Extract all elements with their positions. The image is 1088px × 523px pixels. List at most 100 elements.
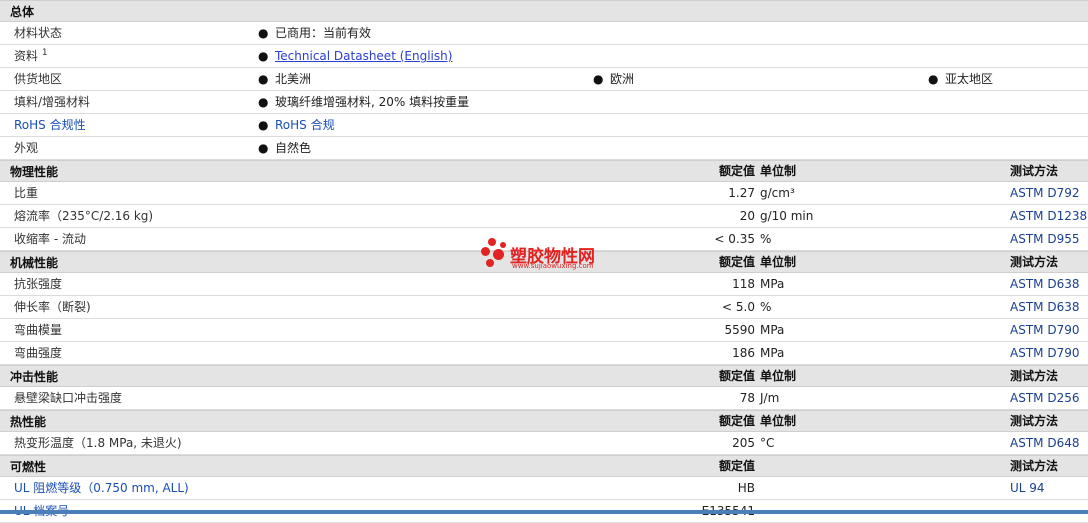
row-label: RoHS 合规性 <box>14 118 86 132</box>
test-method: ASTM D638 <box>1010 300 1080 314</box>
bullet: ● <box>258 118 269 132</box>
region-value: 北美洲 <box>275 72 312 86</box>
row-label: 填料/增强材料 <box>14 95 91 109</box>
property-label: 抗张强度 <box>14 277 63 291</box>
header-nominal: 额定值 <box>718 255 755 269</box>
header-nominal: 额定值 <box>718 459 755 473</box>
section-header: 可燃性 额定值 测试方法 <box>0 455 1088 477</box>
test-method: UL 94 <box>1010 481 1045 495</box>
property-row: 抗张强度 118 MPa ASTM D638 <box>0 273 1088 296</box>
property-unit: J/m <box>760 391 780 405</box>
property-row: 热变形温度（1.8 MPa, 未退火) 205 °C ASTM D648 <box>0 432 1088 455</box>
property-value: 78 <box>739 391 755 405</box>
header-method: 测试方法 <box>1010 255 1059 269</box>
header-nominal: 额定值 <box>718 414 755 428</box>
section-title: 冲击性能 <box>10 369 59 384</box>
property-unit: % <box>760 300 772 314</box>
row-label: 材料状态 <box>14 26 63 40</box>
property-unit: MPa <box>760 277 785 291</box>
property-row: 弯曲强度 186 MPa ASTM D790 <box>0 342 1088 365</box>
property-label: 热变形温度（1.8 MPa, 未退火) <box>14 436 182 450</box>
bullet: ● <box>258 95 269 109</box>
test-method: ASTM D1238 <box>1010 209 1088 223</box>
test-method: ASTM D792 <box>1010 186 1080 200</box>
logo-dots-icon <box>480 238 510 270</box>
header-unit: 单位制 <box>760 164 797 178</box>
section-title: 物理性能 <box>10 164 59 179</box>
property-label: 弯曲模量 <box>14 323 63 337</box>
footnote-marker: 1 <box>41 48 48 58</box>
bullet: ● <box>258 26 269 40</box>
property-row: 弯曲模量 5590 MPa ASTM D790 <box>0 319 1088 342</box>
row-supply-regions: 供货地区 ● 北美洲 ● 欧洲 ● 亚太地区 <box>0 68 1088 91</box>
property-row: 悬壁梁缺口冲击强度 78 J/m ASTM D256 <box>0 387 1088 410</box>
property-label: 熔流率（235°C/2.16 kg) <box>14 209 154 223</box>
property-unit: MPa <box>760 346 785 360</box>
row-appearance: 外观 ● 自然色 <box>0 137 1088 160</box>
property-value: 205 <box>732 436 755 450</box>
row-value: 自然色 <box>275 141 312 155</box>
property-row: UL 阻燃等级（0.750 mm, ALL) HB UL 94 <box>0 477 1088 500</box>
property-value: 118 <box>732 277 755 291</box>
row-label: 供货地区 <box>14 72 63 86</box>
property-value: HB <box>737 481 755 495</box>
header-method: 测试方法 <box>1010 414 1059 428</box>
section-title: 可燃性 <box>10 459 47 474</box>
watermark-url: www.sujiaowuxing.com <box>512 262 594 270</box>
header-method: 测试方法 <box>1010 164 1059 178</box>
section-title: 机械性能 <box>10 255 59 270</box>
header-unit: 单位制 <box>760 414 797 428</box>
property-value: 5590 <box>724 323 755 337</box>
property-unit: % <box>760 232 772 246</box>
bullet: ● <box>258 141 269 155</box>
property-label: 伸长率（断裂) <box>14 300 91 314</box>
property-sections: 物理性能 额定值 单位制 测试方法 比重 1.27 g/cm³ ASTM D792 熔流率（23… <box>0 160 1088 523</box>
header-nominal: 额定值 <box>718 369 755 383</box>
header-unit: 单位制 <box>760 255 797 269</box>
section-title: 热性能 <box>10 414 47 429</box>
property-label: 收缩率 - 流动 <box>14 232 86 246</box>
property-unit: MPa <box>760 323 785 337</box>
property-row: 熔流率（235°C/2.16 kg) 20 g/10 min ASTM D1238 <box>0 205 1088 228</box>
property-label: 悬壁梁缺口冲击强度 <box>14 391 123 405</box>
property-label: UL 阻燃等级（0.750 mm, ALL) <box>14 481 189 495</box>
row-value: 已商用：当前有效 <box>275 26 372 40</box>
region-value: 亚太地区 <box>945 72 994 86</box>
technical-datasheet-link[interactable]: Technical Datasheet (English) <box>275 45 452 67</box>
property-value: 1.27 <box>728 186 755 200</box>
section-header-general: 总体 <box>0 0 1088 22</box>
row-datasheet: 资料 1 ● Technical Datasheet (English) <box>0 45 1088 68</box>
test-method: ASTM D790 <box>1010 346 1080 360</box>
property-unit: °C <box>760 436 775 450</box>
header-method: 测试方法 <box>1010 369 1059 383</box>
row-material-status: 材料状态 ● 已商用：当前有效 <box>0 22 1088 45</box>
header-method: 测试方法 <box>1010 459 1059 473</box>
row-value: RoHS 合规 <box>275 118 335 132</box>
section-title: 总体 <box>10 4 35 19</box>
row-label: 资料 <box>14 49 39 63</box>
property-value: < 0.35 <box>714 232 755 246</box>
section-header: 物理性能 额定值 单位制 测试方法 <box>0 160 1088 182</box>
row-label: 外观 <box>14 141 39 155</box>
property-row: 伸长率（断裂) < 5.0% ASTM D638 <box>0 296 1088 319</box>
test-method: ASTM D256 <box>1010 391 1080 405</box>
bullet: ● <box>928 72 939 86</box>
property-value: 20 <box>739 209 755 223</box>
row-value: 玻璃纤维增强材料, 20% 填料按重量 <box>275 95 470 109</box>
bullet: ● <box>258 72 269 86</box>
region-value: 欧洲 <box>610 72 635 86</box>
property-label: 比重 <box>14 186 39 200</box>
row-rohs: RoHS 合规性 ● RoHS 合规 <box>0 114 1088 137</box>
property-row: 比重 1.27 g/cm³ ASTM D792 <box>0 182 1088 205</box>
test-method: ASTM D790 <box>1010 323 1080 337</box>
watermark-logo: 塑胶物性网 www.sujiaowuxing.com <box>480 238 620 274</box>
bullet: ● <box>593 72 604 86</box>
header-unit: 单位制 <box>760 369 797 383</box>
property-unit: g/cm³ <box>760 186 795 200</box>
bottom-bar <box>0 510 1088 514</box>
test-method: ASTM D955 <box>1010 232 1080 246</box>
section-header: 热性能 额定值 单位制 测试方法 <box>0 410 1088 432</box>
section-header: 冲击性能 额定值 单位制 测试方法 <box>0 365 1088 387</box>
property-value: 186 <box>732 346 755 360</box>
row-filler: 填料/增强材料 ● 玻璃纤维增强材料, 20% 填料按重量 <box>0 91 1088 114</box>
